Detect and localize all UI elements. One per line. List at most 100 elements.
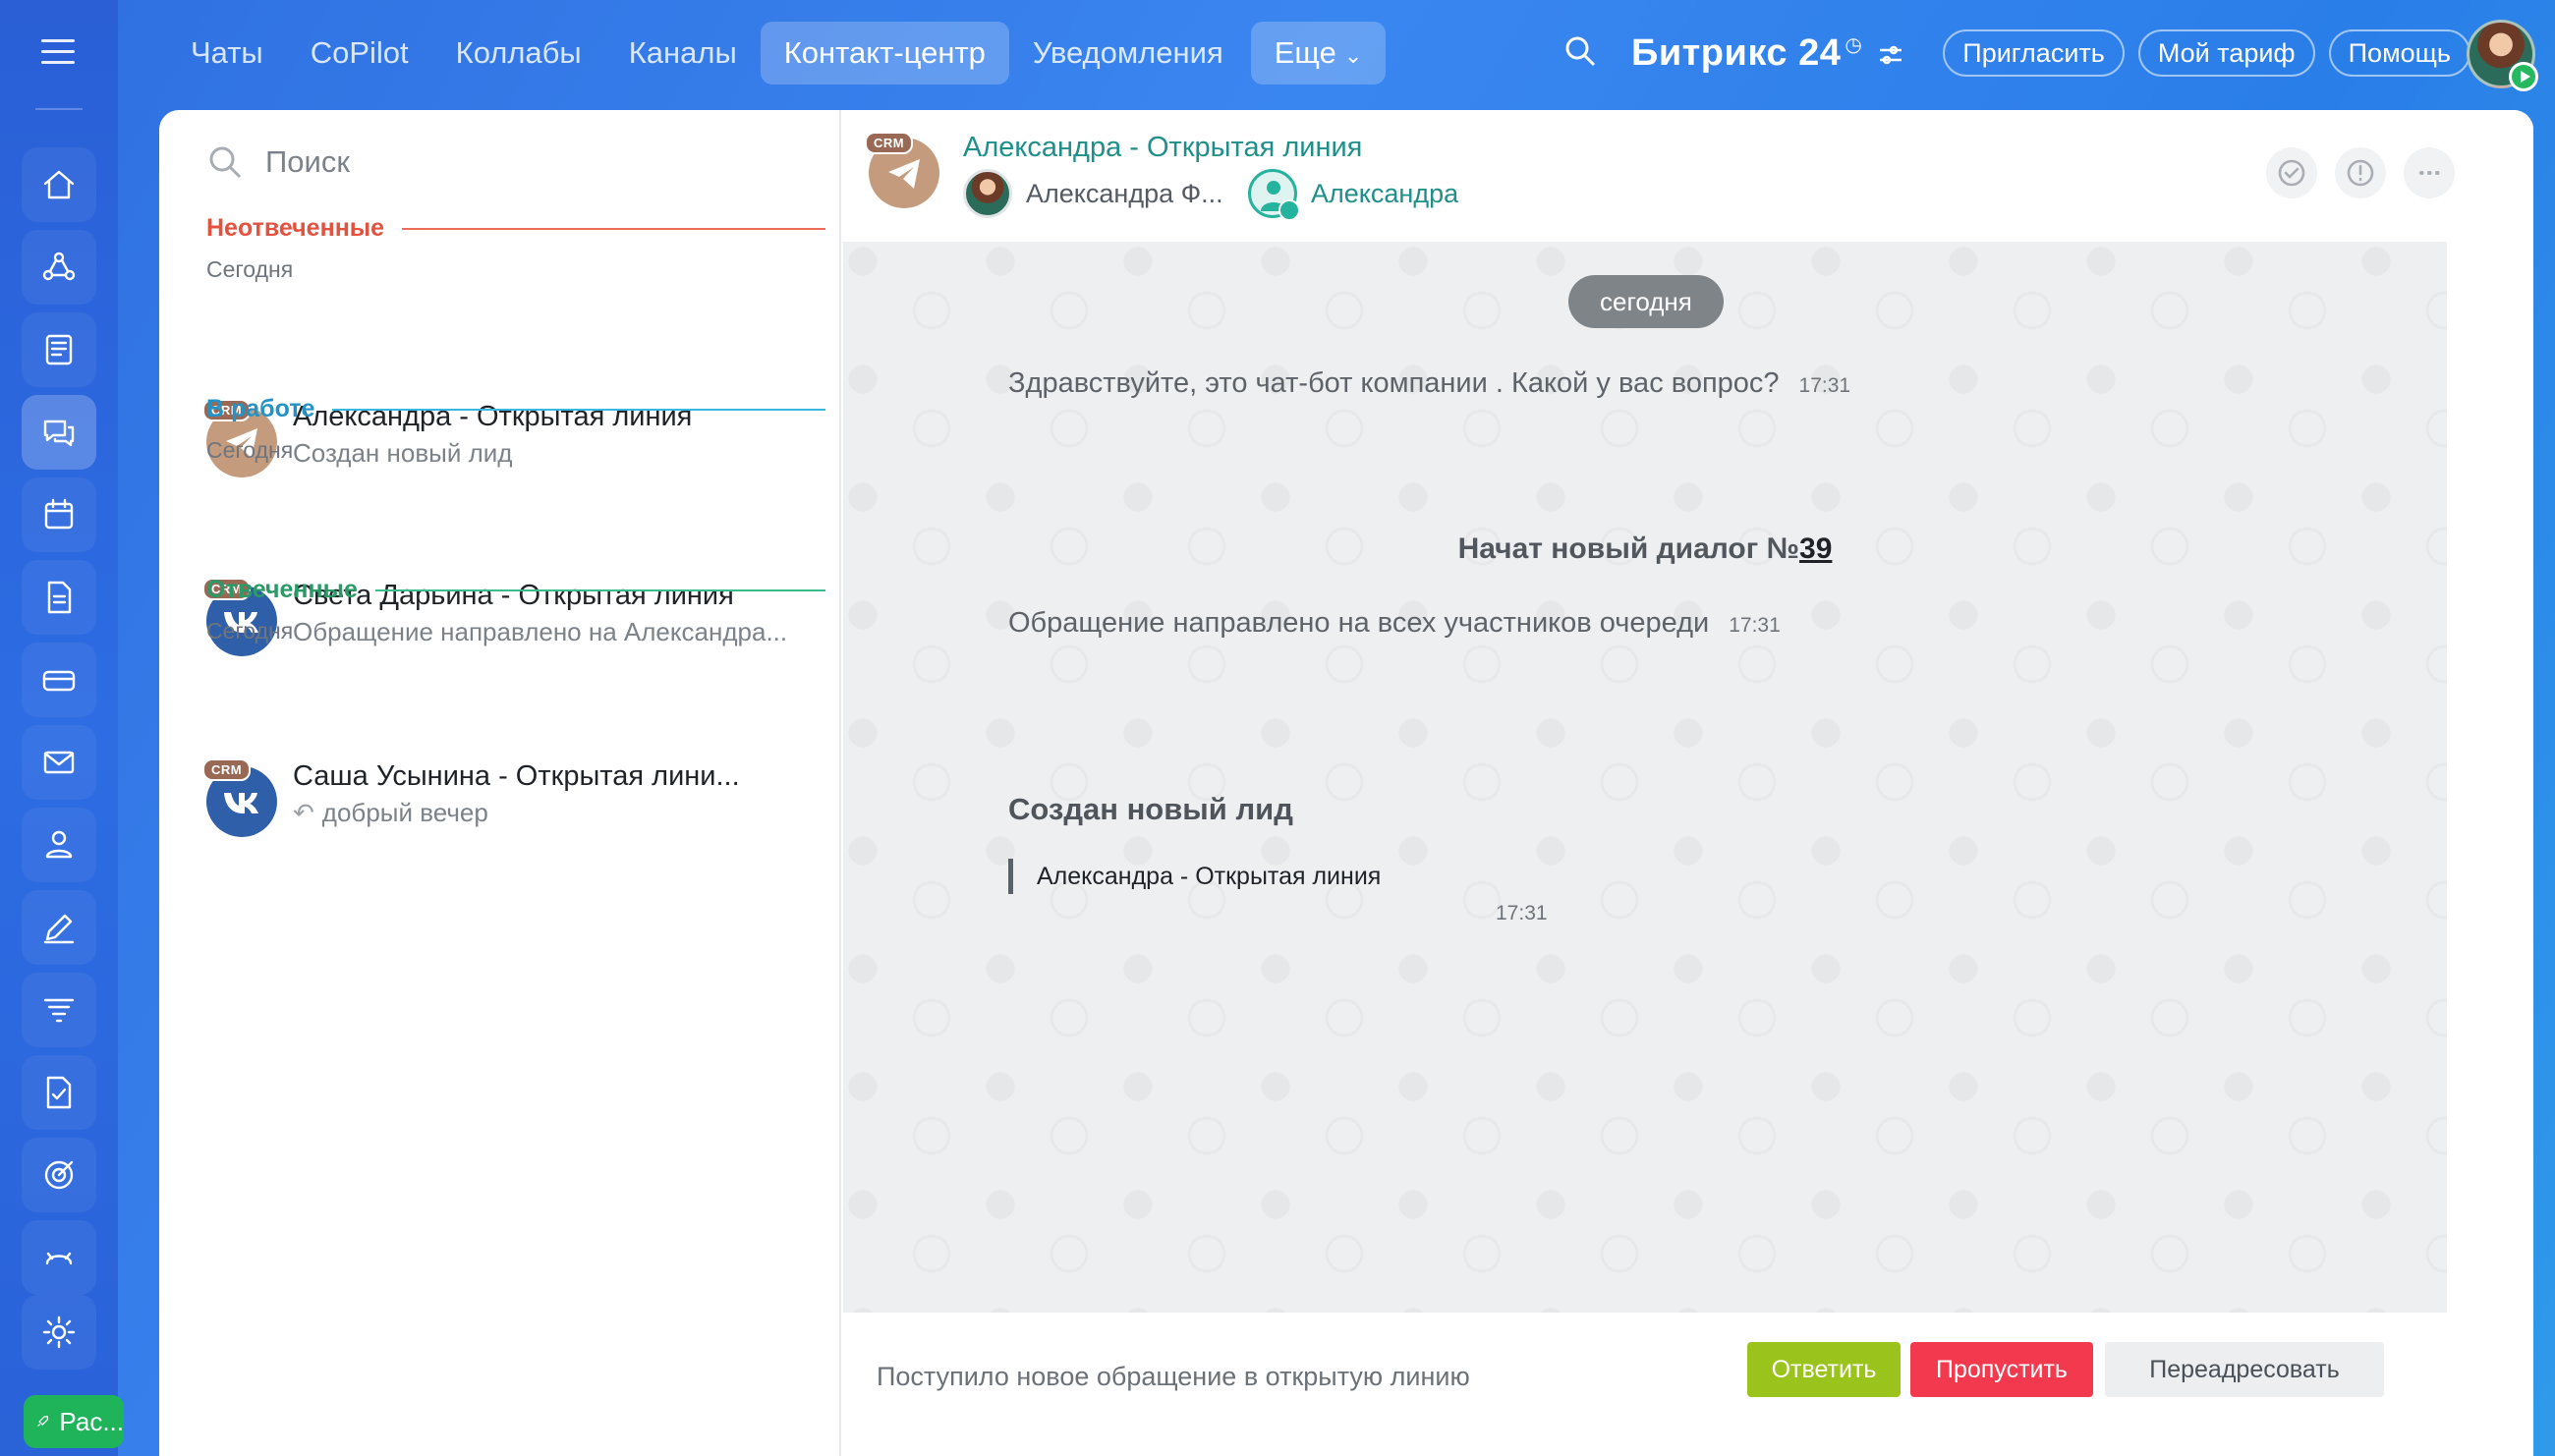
rocket-label: Рас... <box>59 1406 124 1436</box>
section-title: Отвеченные <box>206 576 358 603</box>
avatar <box>963 169 1012 218</box>
tab-copilot[interactable]: CoPilot <box>287 22 432 84</box>
section-unanswered: Неотвеченные Сегодня <box>206 214 825 283</box>
tab-chats[interactable]: Чаты <box>167 22 287 84</box>
reply-icon: ↶ <box>293 798 314 827</box>
chat-actions <box>2266 147 2455 198</box>
alert-icon <box>2347 159 2374 187</box>
documents-icon[interactable] <box>22 560 96 635</box>
lead-link[interactable]: Александра - Открытая линия <box>1008 859 1381 894</box>
rocket-button[interactable]: Рас... <box>24 1395 124 1448</box>
user-avatar[interactable] <box>2467 20 2538 91</box>
member-operator[interactable]: Александра <box>1248 169 1459 221</box>
message-time: 17:31 <box>1729 614 1781 637</box>
finish-button[interactable] <box>2266 147 2317 198</box>
tab-collabs[interactable]: Коллабы <box>432 22 605 84</box>
telegram-icon <box>888 159 920 189</box>
chevron-down-icon: ⌄ <box>1343 43 1363 68</box>
crm-badge: CRM <box>865 132 914 154</box>
feed-icon[interactable] <box>22 312 96 387</box>
item-subtitle: ↶ добрый вечер <box>293 798 488 828</box>
mail-icon[interactable] <box>22 725 96 800</box>
section-inwork: В работе Сегодня <box>206 395 825 464</box>
chat-footer: Поступило новое обращение в открытую лин… <box>843 1313 2533 1456</box>
chat-header: CRM Александра - Открытая линия Александ… <box>843 110 2533 242</box>
tariff-button[interactable]: Мой тариф <box>2137 29 2315 77</box>
section-answered: Отвеченные Сегодня <box>206 576 825 644</box>
menu-icon[interactable] <box>41 39 75 65</box>
rail-divider <box>35 108 83 110</box>
main-panel: Неотвеченные Сегодня CRM Александра - От… <box>159 110 2533 1456</box>
message-time: 17:31 <box>1798 374 1851 397</box>
calendar-icon[interactable] <box>22 477 96 552</box>
check-circle-icon <box>2278 159 2305 187</box>
divider <box>332 408 825 411</box>
bot-icon[interactable] <box>22 1220 96 1295</box>
status-icon <box>2509 62 2538 91</box>
section-day: Сегодня <box>206 256 294 282</box>
top-navigation: Чаты CoPilot Коллабы Каналы Контакт-цент… <box>167 22 1387 84</box>
tab-contact-center[interactable]: Контакт-центр <box>760 22 1009 84</box>
crm-icon[interactable] <box>22 230 96 305</box>
home-icon[interactable] <box>22 147 96 222</box>
member-client[interactable]: Александра Ф... <box>963 169 1223 218</box>
date-divider: сегодня <box>1568 275 1724 328</box>
employees-icon[interactable] <box>22 808 96 882</box>
vk-icon <box>224 793 258 813</box>
search-input[interactable] <box>265 144 737 180</box>
more-dots-icon <box>2419 171 2440 175</box>
search-icon <box>209 146 242 179</box>
messenger-icon[interactable] <box>22 395 96 470</box>
item-subtitle-text: добрый вечер <box>321 798 488 827</box>
sign-icon[interactable] <box>22 890 96 965</box>
tab-notifications[interactable]: Уведомления <box>1009 22 1247 84</box>
spam-button[interactable] <box>2335 147 2386 198</box>
section-title: Неотвеченные <box>206 214 385 242</box>
brand-logo[interactable]: Битрикс 24 ◷ <box>1631 32 1862 75</box>
search-icon[interactable] <box>1562 33 1598 74</box>
chat-messages[interactable]: сегодня Здравствуйте, это чат-бот компан… <box>843 242 2447 1313</box>
brand-name: Битрикс 24 <box>1631 31 1842 74</box>
operator-badge-icon <box>1278 199 1300 221</box>
skip-button[interactable]: Пропустить <box>1910 1342 2093 1397</box>
dialog-start-text: Начат новый диалог № <box>1457 532 1800 565</box>
item-title: Саша Усынина - Открытая лини... <box>293 760 740 792</box>
divider <box>374 588 825 591</box>
chat-area: CRM Александра - Открытая линия Александ… <box>843 110 2533 1456</box>
dialog-number-link[interactable]: 39 <box>1799 532 1832 565</box>
header-right: Битрикс 24 ◷ Пригласить Мой тариф Помощь <box>1562 22 2470 84</box>
member-name: Александра Ф... <box>1026 178 1223 208</box>
section-day: Сегодня <box>206 437 294 463</box>
new-request-notice: Поступило новое обращение в открытую лин… <box>877 1362 1470 1391</box>
tab-channels[interactable]: Каналы <box>605 22 761 84</box>
divider <box>402 227 825 230</box>
list-search <box>206 138 737 187</box>
store-icon[interactable] <box>22 643 96 717</box>
routed-message: Обращение направлено на всех участников … <box>1008 607 1781 640</box>
dialog-start-notice: Начат новый диалог №39 <box>843 532 2447 566</box>
tasks-icon[interactable] <box>22 1055 96 1130</box>
message-text: Обращение направлено на всех участников … <box>1008 607 1710 639</box>
message-text: Здравствуйте, это чат-бот компании . Как… <box>1008 367 1780 399</box>
clock-icon: ◷ <box>1845 33 1863 56</box>
crm-badge: CRM <box>202 758 252 781</box>
more-button[interactable] <box>2404 147 2455 198</box>
avatar <box>1248 169 1300 221</box>
funnel-icon[interactable] <box>22 973 96 1047</box>
sliders-icon[interactable] <box>1862 32 1905 75</box>
forward-button[interactable]: Переадресовать <box>2105 1342 2384 1397</box>
chat-title[interactable]: Александра - Открытая линия <box>963 132 1362 164</box>
lead-created-title: Создан новый лид <box>1008 792 1293 826</box>
bot-greeting-message: Здравствуйте, это чат-бот компании . Как… <box>1008 367 1850 400</box>
invite-button[interactable]: Пригласить <box>1943 29 2125 77</box>
member-name: Александра <box>1311 178 1459 208</box>
help-button[interactable]: Помощь <box>2328 29 2470 77</box>
answer-button[interactable]: Ответить <box>1747 1342 1901 1397</box>
goals-icon[interactable] <box>22 1138 96 1212</box>
section-title: В работе <box>206 395 315 422</box>
section-day: Сегодня <box>206 618 294 644</box>
tab-more-label: Еще <box>1274 35 1336 70</box>
rocket-icon <box>37 1416 48 1428</box>
settings-icon[interactable] <box>22 1295 96 1370</box>
tab-more[interactable]: Еще ⌄ <box>1250 22 1387 84</box>
